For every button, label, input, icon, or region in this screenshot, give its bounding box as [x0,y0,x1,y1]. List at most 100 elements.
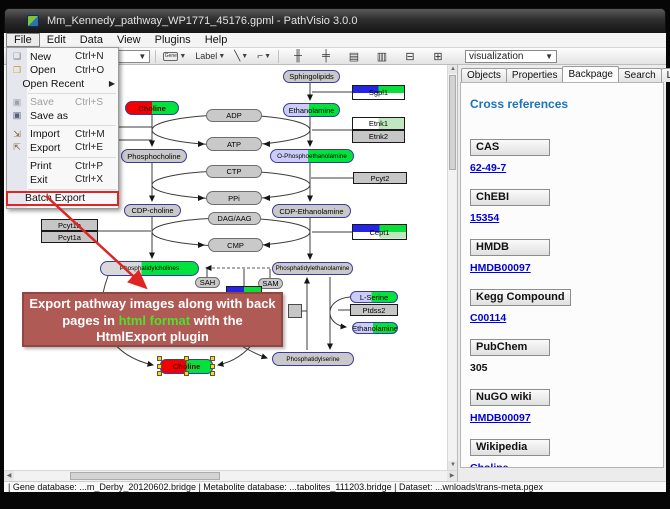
node-etnk1[interactable]: Etnk1 [352,117,405,130]
shortcut-label: Ctrl+O [75,65,115,76]
chevron-down-icon: ▼ [241,53,248,60]
file-menu-item-open-recent[interactable]: Open Recent▶ [7,77,118,91]
align-middle-icon: ╪ [322,50,330,62]
line-tool-button[interactable]: ╲ ▼ [232,49,250,64]
node-l-serine[interactable]: L-Serine [350,291,398,303]
save-as-icon: ▣ [7,110,27,121]
node-ppi[interactable]: PPi [206,191,262,205]
file-menu-item-import[interactable]: ⇲ImportCtrl+M [7,128,118,142]
xref-link-cas[interactable]: 62-49-7 [470,162,654,174]
node-adp[interactable]: ADP [206,109,262,122]
node-cept1[interactable]: Cept1 [352,224,407,240]
node-choline[interactable]: Choline [160,359,213,374]
menu-separator [28,93,116,94]
file-menu-item-print[interactable]: PrintCtrl+P [7,160,118,174]
file-menu-item-label: Open [27,64,75,76]
tab-backpage[interactable]: Backpage [562,66,618,82]
node-cmp[interactable]: CMP [208,238,263,252]
xref-link-hmdb[interactable]: HMDB00097 [470,262,654,274]
pathvisio-logo-icon [27,15,39,27]
xref-header-pubchem: PubChem [470,339,550,356]
xref-link-kegg-compound[interactable]: C00114 [470,312,654,324]
tab-legend[interactable]: Legend [661,68,670,82]
node-sphingolipids[interactable]: Sphingolipids [283,70,340,83]
distribute-horizontal-icon: ▤ [349,50,359,63]
horizontal-scrollbar[interactable]: ◀ ▶ [4,470,457,481]
file-menu-item-new[interactable]: ❏NewCtrl+N [7,50,118,64]
distribute-vertical-button[interactable]: ▥ [374,49,390,64]
file-menu-item-label: Print [27,160,75,172]
datanode-tool-button[interactable]: Gene ▼ [161,49,188,64]
node-cdp-choline[interactable]: CDP-choline [124,204,181,217]
gene-box-partial[interactable] [226,286,262,293]
node-o-phosphoethanolamine[interactable]: O-Phosphoethanolamine [270,149,354,163]
node-etnk2[interactable]: Etnk2 [352,130,405,143]
menu-data[interactable]: Data [73,33,110,47]
node-choline[interactable]: Choline [125,101,179,115]
align-center-button[interactable]: ╫ [290,49,306,64]
tab-search[interactable]: Search [618,68,662,82]
common-height-button[interactable]: ⊞ [430,49,446,64]
node-ptdss2[interactable]: Ptdss2 [350,304,398,316]
file-menu-item-save-as[interactable]: ▣Save as [7,109,118,123]
tab-properties[interactable]: Properties [506,68,564,82]
menu-edit[interactable]: Edit [40,33,73,47]
align-middle-button[interactable]: ╪ [318,49,334,64]
node-sgpl1[interactable]: Sgpl1 [352,85,405,100]
node-ctp[interactable]: CTP [206,165,262,178]
shortcut-label: Ctrl+P [75,161,115,172]
node-sah[interactable]: SAH [195,277,220,288]
gene-box-stub[interactable] [288,304,302,318]
node-phosphocholine[interactable]: Phosphocholine [121,149,187,163]
xref-header-nugo-wiki: NuGO wiki [470,389,550,406]
export-icon: ⇱ [7,142,27,153]
vertical-scrollbar[interactable]: ▲ ▼ [447,65,457,470]
chevron-down-icon: ▼ [132,52,146,61]
node-phosphatidylethanolamine[interactable]: Phosphatidylethanolamine [272,262,353,275]
xref-link-wikipedia[interactable]: Choline [470,462,654,468]
file-menu-item-exit[interactable]: ExitCtrl+X [7,173,118,187]
label-tool-button[interactable]: Label ▼ [193,49,227,64]
title-bar: Mm_Kennedy_pathway_WP1771_45176.gpml - P… [4,8,666,33]
file-menu-item-batch-export[interactable]: Batch Export [7,192,118,206]
tab-objects[interactable]: Objects [461,68,507,82]
horizontal-scroll-thumb[interactable] [70,472,220,480]
xref-link-chebi[interactable]: 15354 [470,212,654,224]
node-cdp-ethanolamine[interactable]: CDP-Ethanolamine [272,204,351,218]
file-menu-item-save[interactable]: ▣SaveCtrl+S [7,96,118,110]
node-pcyt2[interactable]: Pcyt2 [353,172,407,184]
node-pcyt1b[interactable]: Pcyt1b [41,219,98,231]
line-tool-icon: ╲ [234,51,240,62]
chevron-down-icon: ▼ [264,53,271,60]
file-menu-item-label: Export [27,142,75,154]
window-title: Mm_Kennedy_pathway_WP1771_45176.gpml - P… [47,15,357,27]
side-panel-tabs: ObjectsPropertiesBackpageSearchLegend [461,66,670,82]
menu-view[interactable]: View [110,33,148,47]
menu-file[interactable]: File [6,33,40,47]
vertical-scroll-thumb[interactable] [449,75,456,170]
node-phosphatidylserine[interactable]: Phosphatidylserine [272,352,354,366]
file-menu-item-label: Exit [27,174,75,186]
file-menu-item-open[interactable]: ❐OpenCtrl+O [7,64,118,78]
file-menu-item-label: Batch Export [22,192,85,204]
node-phosphatidylcholines[interactable]: Phosphatidylcholines [100,261,199,276]
node-atp[interactable]: ATP [206,137,262,151]
file-menu-item-export[interactable]: ⇱ExportCtrl+E [7,141,118,155]
side-panel: ObjectsPropertiesBackpageSearchLegend Cr… [457,65,666,481]
node-ethanolamine[interactable]: Ethanolamine [352,322,398,334]
xref-value-pubchem: 305 [470,362,654,374]
connector-tool-button[interactable]: ⌐ ▼ [255,49,273,64]
shortcut-label: Ctrl+S [75,97,115,108]
node-pcyt1a[interactable]: Pcyt1a [41,231,98,243]
common-width-button[interactable]: ⊟ [402,49,418,64]
node-ethanolamine[interactable]: Ethanolamine [283,103,340,117]
xref-header-chebi: ChEBI [470,189,550,206]
distribute-horizontal-button[interactable]: ▤ [346,49,362,64]
menu-plugins[interactable]: Plugins [148,33,198,47]
visualization-combobox[interactable]: visualization ▼ [465,50,557,63]
xref-header-hmdb: HMDB [470,239,550,256]
xref-link-nugo-wiki[interactable]: HMDB00097 [470,412,654,424]
node-dag-aag[interactable]: DAG/AAG [208,212,261,225]
open-folder-icon: ❐ [7,65,27,76]
menu-help[interactable]: Help [198,33,235,47]
